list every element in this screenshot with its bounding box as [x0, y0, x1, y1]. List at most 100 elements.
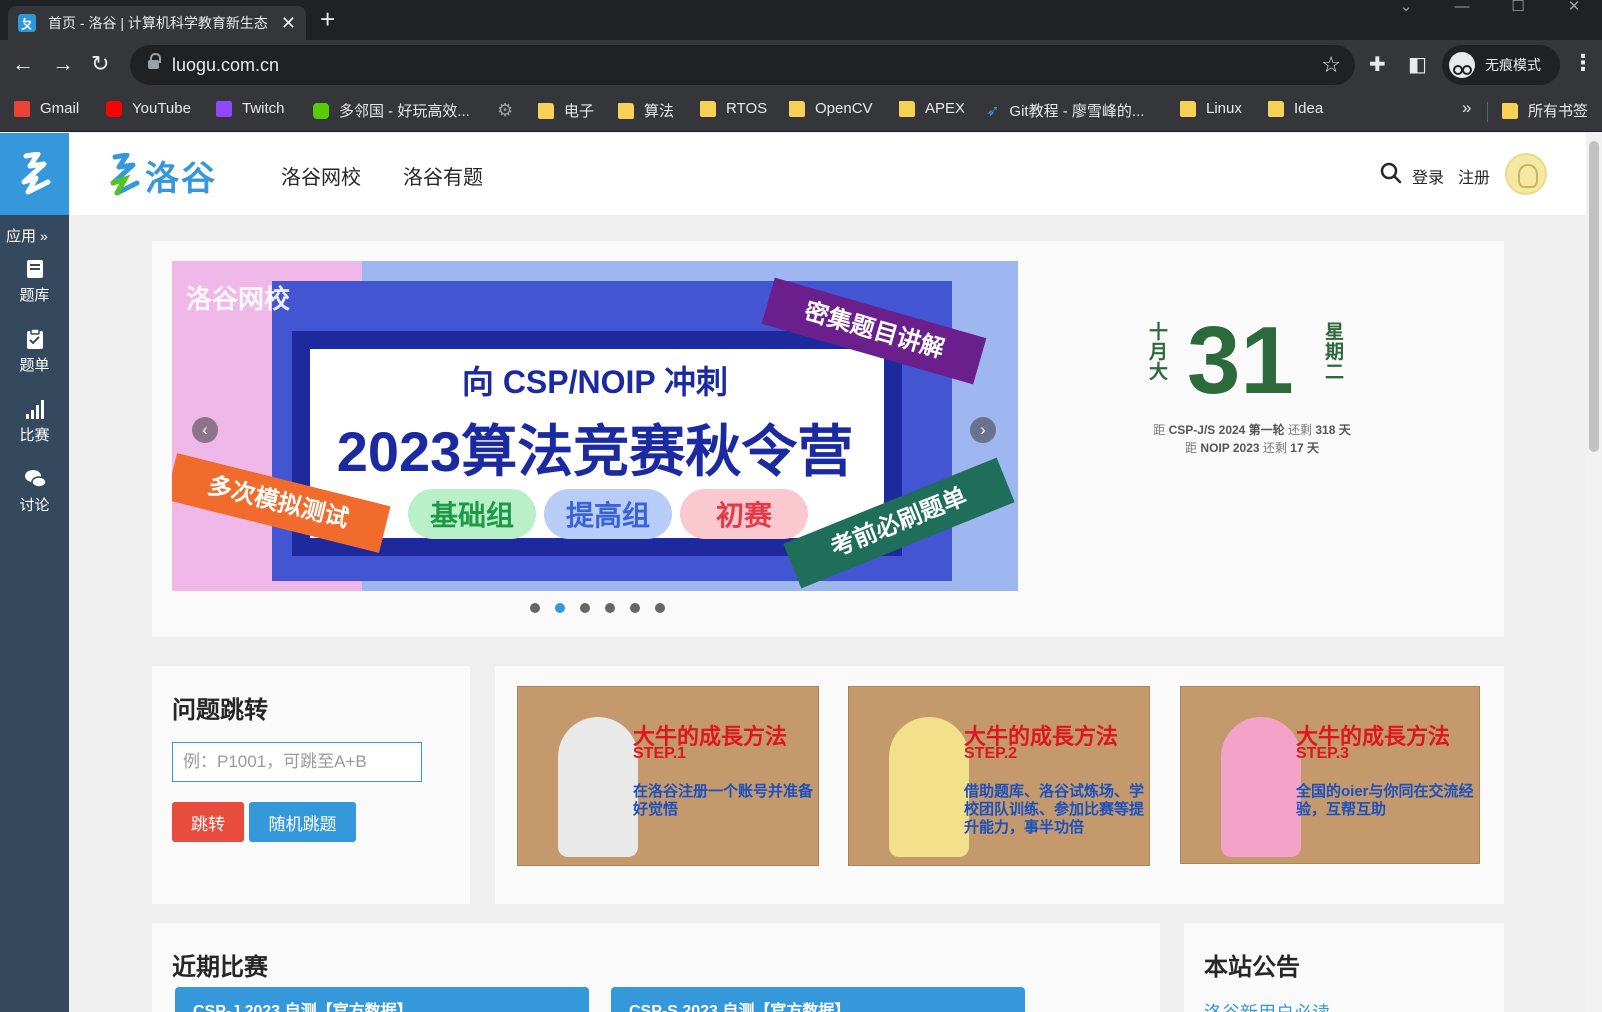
maximize-icon[interactable]: ☐ — [1490, 0, 1546, 20]
page-scrollbar[interactable] — [1586, 133, 1602, 1012]
bookmark-folder-rtos[interactable]: RTOS — [700, 100, 767, 117]
tab-close-icon[interactable]: ✕ — [281, 13, 296, 34]
contest-item[interactable]: CSP-J 2023 自测【官方数据】 — [175, 987, 589, 1012]
sidebar-item-problem-lists[interactable]: 题单 — [0, 316, 69, 386]
forward-arrow-icon[interactable]: → — [52, 52, 74, 76]
incognito-indicator[interactable]: 无痕模式 — [1442, 45, 1560, 85]
side-panel-icon[interactable]: ◧ — [1408, 52, 1427, 77]
browser-menu-icon[interactable]: ⋮ — [1572, 50, 1594, 76]
address-bar[interactable]: luogu.com.cn ☆ — [130, 45, 1355, 85]
carousel-dot[interactable] — [630, 603, 640, 613]
jump-button[interactable]: 跳转 — [172, 802, 244, 842]
bookmark-label: RTOS — [726, 100, 768, 117]
scrollbar-thumb[interactable] — [1589, 141, 1599, 452]
bookmark-youtube[interactable]: YouTube — [106, 100, 191, 117]
calendar-weekday: 星期二 — [1325, 322, 1345, 383]
bookmark-duolingo[interactable]: 多邻国 - 好玩高效... — [313, 100, 470, 121]
bookmark-folder-algorithms[interactable]: 算法 — [618, 100, 674, 121]
carousel-dot[interactable] — [580, 603, 590, 613]
sidebar-item-label: 比赛 — [19, 426, 50, 444]
calendar-day: 31 — [1187, 307, 1294, 414]
bookmarks-divider — [1487, 102, 1488, 122]
lock-icon[interactable] — [148, 53, 161, 71]
sidebar-item-contests[interactable]: 比赛 — [0, 386, 69, 456]
new-tab-button[interactable]: + — [320, 4, 335, 35]
browser-toolbar: ← → ↻ luogu.com.cn ☆ ✚ ◧ 无痕模式 ⋮ — [0, 40, 1602, 90]
bookmark-settings[interactable]: ⚙ — [497, 100, 513, 121]
nav-online-school[interactable]: 洛谷网校 — [281, 161, 361, 190]
carousel-dot[interactable] — [530, 603, 540, 613]
bookmark-folder-idea[interactable]: Idea — [1268, 100, 1323, 117]
all-bookmarks-folder[interactable]: 所有书签 — [1502, 100, 1588, 121]
carousel-dot[interactable] — [605, 603, 615, 613]
pill-basic: 基础组 — [408, 489, 536, 539]
back-arrow-icon[interactable]: ← — [12, 52, 34, 76]
url-text[interactable]: luogu.com.cn — [172, 55, 279, 76]
countdown-remain: 还剩 — [1262, 441, 1287, 455]
countdown-remain: 还剩 — [1288, 423, 1313, 437]
bookmark-folder-electronics[interactable]: 电子 — [538, 100, 594, 121]
sidebar-item-label: 题库 — [19, 286, 50, 304]
random-problem-button[interactable]: 随机跳题 — [249, 802, 356, 842]
reload-icon[interactable]: ↻ — [91, 52, 109, 76]
contest-item[interactable]: CSP-S 2023 自测【官方数据】 — [611, 987, 1025, 1012]
login-link[interactable]: 登录 — [1412, 164, 1444, 188]
extensions-puzzle-icon[interactable]: ✚ — [1369, 52, 1386, 77]
countdown-line-1: 距 CSP-J/S 2024 第一轮 还剩 318 天 — [1112, 421, 1392, 439]
tab-search-icon[interactable]: ⌄ — [1378, 0, 1434, 20]
folder-icon — [700, 100, 716, 117]
sidebar-logo[interactable] — [0, 133, 69, 215]
double-chevron-right-icon: » — [40, 227, 48, 244]
minimize-icon[interactable]: — — [1434, 0, 1490, 20]
gmail-icon — [14, 100, 30, 117]
bookmark-label: Twitch — [242, 100, 285, 117]
announcements-title: 本站公告 — [1204, 954, 1300, 981]
bookmark-twitch[interactable]: Twitch — [216, 100, 285, 117]
problem-id-input[interactable] — [172, 742, 422, 782]
carousel-dot[interactable] — [655, 603, 665, 613]
bookmark-gmail[interactable]: Gmail — [14, 100, 79, 117]
bookmark-folder-linux[interactable]: Linux — [1180, 100, 1242, 117]
countdown-event: NOIP 2023 — [1200, 441, 1260, 455]
folder-icon — [1268, 100, 1284, 117]
nav-luogu-youti[interactable]: 洛谷有题 — [403, 161, 483, 190]
search-icon[interactable] — [1380, 162, 1402, 184]
announcement-link[interactable]: 洛谷新用户必读 — [1204, 999, 1330, 1012]
carousel-next-icon[interactable]: › — [970, 417, 996, 443]
chat-bubbles-icon — [24, 469, 46, 488]
rocket-icon: ➶ — [986, 102, 1000, 120]
banner-watermark: 洛谷网校 — [186, 284, 291, 314]
apps-label: 应用 — [6, 228, 37, 245]
sidebar-apps-toggle[interactable]: 应用 » — [0, 215, 69, 246]
bookmark-label: YouTube — [132, 100, 191, 117]
step-card-3[interactable]: 大牛的成長方法 STEP.3 全国的oier与你同在交流经验，互帮互助 — [1180, 686, 1480, 864]
sidebar-item-discuss[interactable]: 讨论 — [0, 456, 69, 526]
carousel-prev-icon[interactable]: ‹ — [192, 417, 218, 443]
step-card-2[interactable]: 大牛的成長方法 STEP.2 借助题库、洛谷试炼场、学校团队训练、参加比赛等提升… — [848, 686, 1150, 866]
pill-preliminary: 初赛 — [680, 489, 808, 539]
step-number: STEP.2 — [964, 745, 1018, 762]
bookmark-folder-apex[interactable]: APEX — [899, 100, 965, 117]
bookmark-label: 多邻国 - 好玩高效... — [339, 103, 470, 120]
bookmarks-overflow-chevron-icon[interactable]: » — [1462, 98, 1471, 118]
countdown-prefix: 距 — [1153, 423, 1166, 437]
step-card-1[interactable]: 大牛的成長方法 STEP.1 在洛谷注册一个账号并准备好觉悟 — [517, 686, 819, 866]
countdown-days: 17 天 — [1290, 441, 1319, 455]
carousel-dot-active[interactable] — [555, 603, 565, 613]
sidebar-item-problems[interactable]: 题库 — [0, 246, 69, 316]
top-header: 洛谷 洛谷网校 洛谷有题 登录 注册 — [69, 133, 1586, 215]
user-avatar[interactable] — [1505, 153, 1547, 195]
bookmark-folder-opencv[interactable]: OpenCV — [789, 100, 873, 117]
bookmark-star-icon[interactable]: ☆ — [1321, 52, 1341, 78]
bookmark-git-tutorial[interactable]: ➶ Git教程 - 廖雪峰的... — [986, 100, 1144, 121]
browser-tab[interactable]: ㄆ 首页 - 洛谷 | 计算机科学教育新生态 ✕ — [8, 6, 306, 40]
brand-logo[interactable]: 洛谷 — [109, 151, 217, 200]
folder-icon — [1502, 102, 1518, 119]
register-link[interactable]: 注册 — [1458, 164, 1490, 188]
banner-subtitle: 向 CSP/NOIP 冲刺 — [461, 364, 729, 400]
close-window-icon[interactable]: ✕ — [1546, 0, 1602, 20]
tab-title: 首页 - 洛谷 | 计算机科学教育新生态 — [48, 15, 268, 31]
promo-carousel[interactable]: 洛谷网校 向 CSP/NOIP 冲刺 2023算法竞赛秋令营 基础组 提高组 初… — [172, 261, 1018, 591]
bookmark-label: Idea — [1294, 100, 1324, 117]
growth-steps-card: 大牛的成長方法 STEP.1 在洛谷注册一个账号并准备好觉悟 大牛的成長方法 S… — [495, 666, 1504, 904]
